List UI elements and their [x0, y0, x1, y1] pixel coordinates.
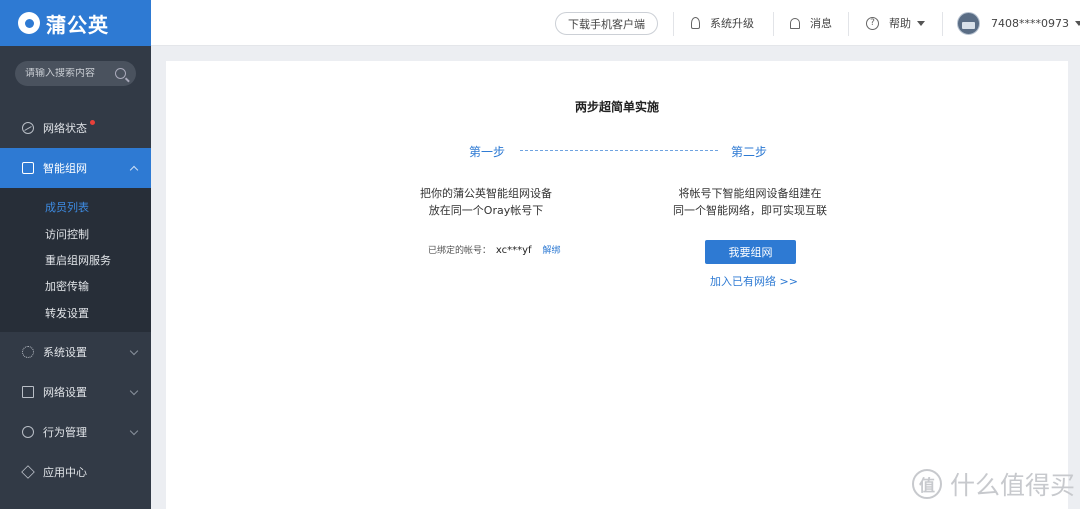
divider [773, 12, 774, 36]
chevron-down-icon [129, 426, 139, 436]
sidebar-item-behavior-management[interactable]: 行为管理 [0, 412, 151, 452]
sidebar-item-label: 系统设置 [43, 345, 87, 359]
caret-down-icon [1075, 20, 1080, 26]
sidebar-item-system-settings[interactable]: 系统设置 [0, 332, 151, 372]
step-one-label: 第一步 [469, 145, 506, 159]
system-upgrade-label: 系统升级 [710, 17, 754, 30]
sidebar-nav: 网络状态 智能组网 成员列表 访问控制 重启组网服务 加密传输 转发设置 系统设… [0, 108, 151, 492]
behavior-icon [22, 425, 34, 438]
chevron-down-icon [129, 386, 139, 396]
sidebar-submenu: 成员列表 访问控制 重启组网服务 加密传输 转发设置 [0, 188, 151, 332]
sidebar-item-network-settings[interactable]: 网络设置 [0, 372, 151, 412]
step-divider-line [520, 150, 718, 151]
brand-name: 蒲公英 [46, 12, 109, 37]
system-upgrade-button[interactable]: 系统升级 [691, 0, 754, 46]
step-one-desc-line-1: 把你的蒲公英智能组网设备 [420, 187, 552, 200]
chevron-up-icon [129, 165, 139, 175]
gear-icon [22, 345, 34, 358]
notification-dot [90, 120, 95, 125]
help-label: 帮助 [889, 17, 911, 30]
page-title: 两步超简单实施 [574, 100, 659, 114]
create-network-button[interactable]: 我要组网 [705, 240, 796, 264]
unbind-link[interactable]: 解绑 [542, 246, 560, 256]
search-box [15, 61, 136, 86]
step-two-desc-line-2: 同一个智能网络，即可实现互联 [673, 204, 827, 217]
sidebar: 蒲公英 网络状态 智能组网 成员列表 访问控制 重启组网服务 加密传输 转发设置… [0, 0, 151, 509]
sidebar-item-app-center[interactable]: 应用中心 [0, 452, 151, 492]
search-input[interactable] [25, 68, 115, 79]
caret-down-icon [917, 20, 925, 26]
rocket-icon [691, 17, 700, 29]
join-existing-network-link[interactable]: 加入已有网络 >> [710, 273, 798, 289]
step-two-label: 第二步 [731, 145, 768, 159]
divider [942, 12, 943, 36]
search-icon[interactable] [115, 68, 126, 79]
smart-network-icon [22, 162, 34, 174]
download-app-button[interactable]: 下载手机客户端 [555, 12, 658, 35]
help-icon: ? [866, 16, 879, 30]
chevron-down-icon [129, 346, 139, 356]
logo[interactable]: 蒲公英 [0, 0, 151, 46]
avatar [957, 11, 980, 35]
network-status-icon [22, 122, 34, 134]
sidebar-item-smart-network[interactable]: 智能组网 [0, 148, 151, 188]
logo-icon [18, 12, 40, 34]
bound-account-value: xc***yf [495, 245, 532, 256]
account-menu[interactable]: 7408****0973 [957, 0, 1080, 46]
watermark-text: 什么值得买 [950, 471, 1076, 500]
messages-button[interactable]: 消息 [790, 0, 832, 46]
bell-icon [790, 17, 800, 29]
sidebar-item-network-status[interactable]: 网络状态 [0, 108, 151, 148]
step-two-description: 将帐号下智能组网设备组建在 同一个智能网络，即可实现互联 [650, 185, 850, 219]
divider [673, 12, 674, 36]
step-one-desc-line-2: 放在同一个Oray帐号下 [428, 204, 544, 217]
sidebar-item-label: 网络状态 [43, 122, 87, 135]
account-name: 7408****0973 [991, 16, 1069, 30]
main-panel: 两步超简单实施 第一步 第二步 把你的蒲公英智能组网设备 放在同一个Oray帐号… [166, 61, 1068, 509]
sidebar-subitem-access-control[interactable]: 访问控制 [0, 220, 151, 246]
sidebar-subitem-forward-settings[interactable]: 转发设置 [0, 300, 151, 326]
watermark: 值 什么值得买 [912, 466, 1075, 502]
step-two-desc-line-1: 将帐号下智能组网设备组建在 [678, 187, 822, 200]
sidebar-subitem-restart-service[interactable]: 重启组网服务 [0, 247, 151, 273]
bound-account-info: 已绑定的帐号： xc***yf 解绑 [428, 243, 560, 256]
help-menu[interactable]: ? 帮助 [866, 0, 925, 46]
messages-label: 消息 [810, 17, 832, 30]
document-icon [22, 385, 34, 398]
sidebar-item-label: 应用中心 [43, 465, 87, 479]
sidebar-item-label: 网络设置 [43, 385, 87, 399]
sidebar-subitem-encrypted-transfer[interactable]: 加密传输 [0, 273, 151, 299]
sidebar-subitem-member-list[interactable]: 成员列表 [0, 194, 151, 220]
divider [848, 12, 849, 36]
step-one-description: 把你的蒲公英智能组网设备 放在同一个Oray帐号下 [393, 185, 579, 219]
top-bar: 下载手机客户端 系统升级 消息 ? 帮助 7408****0973 [151, 0, 1080, 46]
bound-account-label: 已绑定的帐号： [428, 246, 492, 256]
sidebar-item-label: 智能组网 [43, 162, 87, 175]
watermark-logo-icon: 值 [912, 469, 942, 499]
cube-icon [21, 465, 35, 479]
sidebar-item-label: 行为管理 [43, 425, 87, 439]
